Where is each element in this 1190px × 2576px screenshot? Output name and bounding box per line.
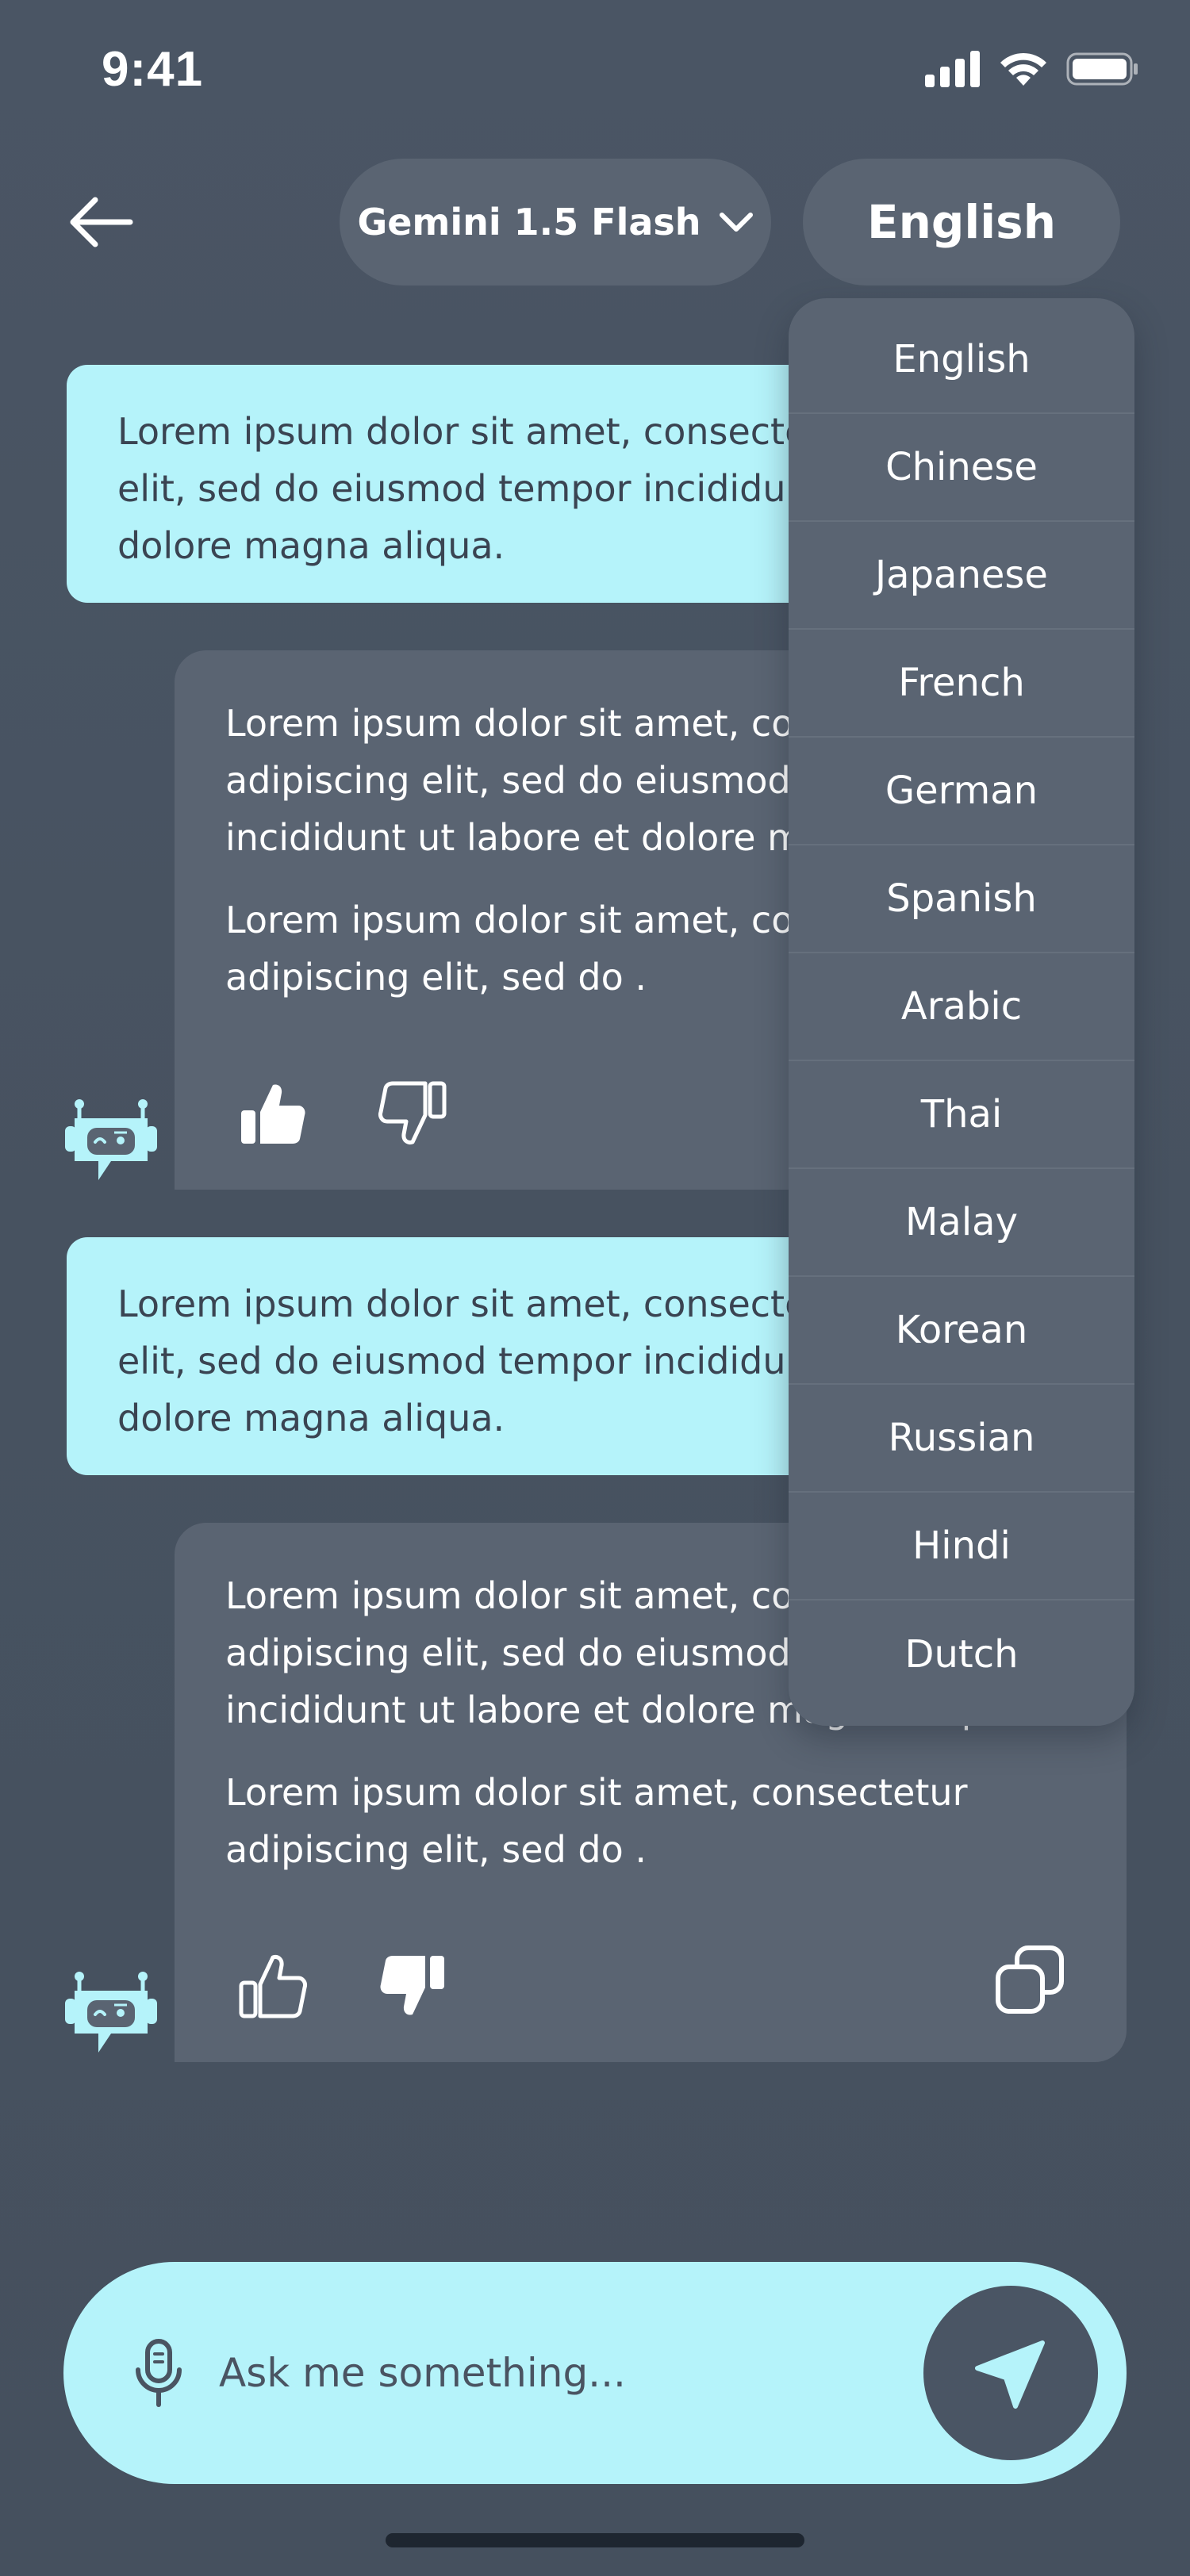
copy-button[interactable] [993, 1943, 1066, 2016]
thumbs-up-icon [241, 1084, 305, 1144]
bot-avatar [63, 1094, 159, 1190]
robot-icon [65, 1972, 157, 2053]
ask-input[interactable] [219, 2333, 933, 2413]
language-option-korean[interactable]: Korean [789, 1277, 1134, 1385]
chat-input-bar [63, 2262, 1127, 2484]
language-label: English [866, 195, 1056, 249]
language-option-chinese[interactable]: Chinese [789, 414, 1134, 522]
status-time: 9:41 [102, 42, 204, 97]
language-option-french[interactable]: French [789, 630, 1134, 738]
model-label: Gemini 1.5 Flash [357, 201, 701, 243]
feedback-actions [238, 1079, 447, 1148]
copy-icon [996, 1945, 1064, 2014]
bot-message-paragraph: Lorem ipsum dolor sit amet, consectetur … [225, 1771, 968, 1871]
chat-screen: 9:41 Gemini 1.5 Flash English Lorem ipsu… [0, 0, 1190, 2576]
like-button[interactable] [238, 1951, 308, 2021]
dislike-button[interactable] [378, 1079, 447, 1148]
thumbs-down-icon [378, 1081, 447, 1144]
language-option-thai[interactable]: Thai [789, 1061, 1134, 1169]
robot-icon [65, 1099, 157, 1180]
arrow-left-icon [70, 197, 133, 247]
language-option-japanese[interactable]: Japanese [789, 522, 1134, 630]
signal-icon [925, 51, 980, 87]
chevron-down-icon [719, 213, 753, 232]
thumbs-down-icon [380, 1956, 444, 2015]
dislike-button[interactable] [378, 1951, 447, 2021]
home-indicator [386, 2533, 804, 2547]
language-option-dutch[interactable]: Dutch [789, 1600, 1134, 1708]
feedback-actions [238, 1951, 447, 2021]
language-option-russian[interactable]: Russian [789, 1385, 1134, 1493]
language-selector[interactable]: English [803, 159, 1120, 286]
language-option-hindi[interactable]: Hindi [789, 1493, 1134, 1600]
back-button[interactable] [63, 190, 143, 254]
status-icons [925, 51, 1139, 87]
like-button[interactable] [238, 1079, 308, 1148]
language-option-german[interactable]: German [789, 738, 1134, 845]
model-selector[interactable]: Gemini 1.5 Flash [340, 159, 771, 286]
language-option-malay[interactable]: Malay [789, 1169, 1134, 1277]
microphone-button[interactable] [121, 2335, 197, 2411]
bot-avatar [63, 1967, 159, 2062]
wifi-icon [1000, 52, 1046, 86]
thumbs-up-icon [239, 1955, 307, 2018]
microphone-icon [136, 2339, 182, 2407]
battery-icon [1066, 52, 1138, 86]
send-button[interactable] [923, 2286, 1098, 2460]
language-option-spanish[interactable]: Spanish [789, 845, 1134, 953]
language-option-english[interactable]: English [789, 306, 1134, 414]
send-icon [975, 2340, 1045, 2409]
language-dropdown: English Chinese Japanese French German S… [789, 298, 1134, 1726]
language-option-arabic[interactable]: Arabic [789, 953, 1134, 1061]
